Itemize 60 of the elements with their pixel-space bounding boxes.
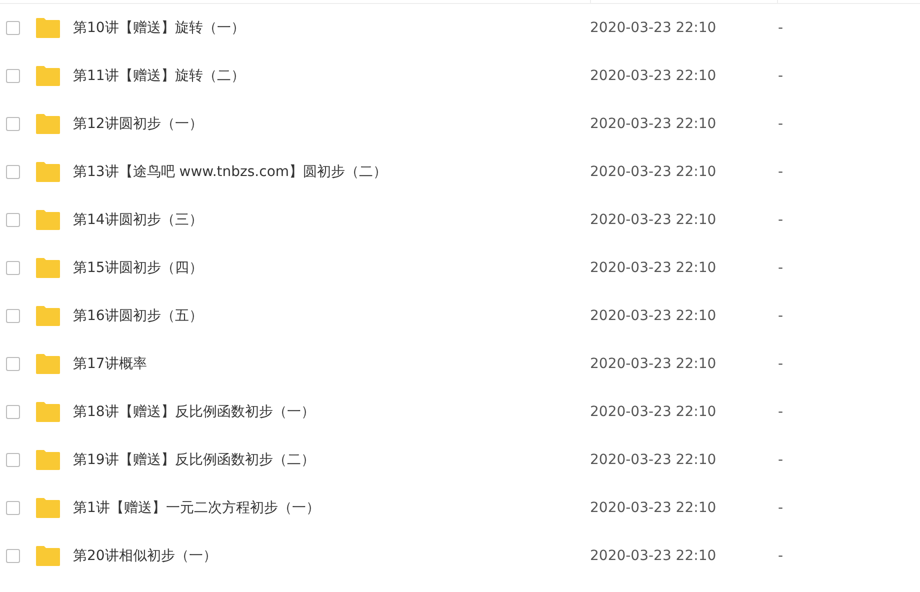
folder-icon — [35, 113, 61, 135]
folder-name[interactable]: 第13讲【途鸟吧 www.tnbzs.com】圆初步（二） — [73, 163, 590, 181]
folder-icon — [35, 449, 61, 471]
folder-name[interactable]: 第18讲【赠送】反比例函数初步（一） — [73, 403, 590, 421]
modified-time: 2020-03-23 22:10 — [590, 68, 718, 84]
checkbox[interactable] — [6, 261, 20, 275]
file-size: - — [778, 164, 784, 180]
modified-time: 2020-03-23 22:10 — [590, 548, 718, 564]
file-size: - — [778, 308, 784, 324]
checkbox[interactable] — [6, 69, 20, 83]
folder-name[interactable]: 第1讲【赠送】一元二次方程初步（一） — [73, 499, 590, 517]
folder-icon — [35, 257, 61, 279]
modified-time: 2020-03-23 22:10 — [590, 116, 718, 132]
checkbox[interactable] — [6, 309, 20, 323]
checkbox[interactable] — [6, 549, 20, 563]
folder-name[interactable]: 第12讲圆初步（一） — [73, 115, 590, 133]
folder-name[interactable]: 第14讲圆初步（三） — [73, 211, 590, 229]
folder-name[interactable]: 第20讲相似初步（一） — [73, 547, 590, 565]
folder-icon — [35, 17, 61, 39]
modified-time: 2020-03-23 22:10 — [590, 452, 718, 468]
file-size: - — [778, 116, 784, 132]
modified-time: 2020-03-23 22:10 — [590, 500, 718, 516]
checkbox[interactable] — [6, 21, 20, 35]
folder-icon — [35, 209, 61, 231]
checkbox[interactable] — [6, 501, 20, 515]
folder-icon — [35, 65, 61, 87]
modified-time: 2020-03-23 22:10 — [590, 404, 718, 420]
modified-time: 2020-03-23 22:10 — [590, 20, 718, 36]
checkbox[interactable] — [6, 165, 20, 179]
modified-time: 2020-03-23 22:10 — [590, 260, 718, 276]
modified-time: 2020-03-23 22:10 — [590, 308, 718, 324]
file-size: - — [778, 356, 784, 372]
checkbox[interactable] — [6, 453, 20, 467]
folder-name[interactable]: 第15讲圆初步（四） — [73, 259, 590, 277]
folder-icon — [35, 497, 61, 519]
folder-name[interactable]: 第17讲概率 — [73, 355, 590, 373]
file-size: - — [778, 260, 784, 276]
folder-icon — [35, 353, 61, 375]
file-size: - — [778, 452, 784, 468]
modified-time: 2020-03-23 22:10 — [590, 212, 718, 228]
modified-time: 2020-03-23 22:10 — [590, 356, 718, 372]
checkbox[interactable] — [6, 357, 20, 371]
folder-name[interactable]: 第11讲【赠送】旋转（二） — [73, 67, 590, 85]
checkbox[interactable] — [6, 117, 20, 131]
file-size: - — [778, 212, 784, 228]
file-size: - — [778, 20, 784, 36]
modified-time: 2020-03-23 22:10 — [590, 164, 718, 180]
file-size: - — [778, 404, 784, 420]
checkbox[interactable] — [6, 213, 20, 227]
file-size: - — [778, 68, 784, 84]
folder-name[interactable]: 第19讲【赠送】反比例函数初步（二） — [73, 451, 590, 469]
folder-name[interactable]: 第16讲圆初步（五） — [73, 307, 590, 325]
folder-icon — [35, 305, 61, 327]
folder-icon — [35, 545, 61, 567]
checkbox[interactable] — [6, 405, 20, 419]
file-size: - — [778, 500, 784, 516]
folder-icon — [35, 161, 61, 183]
folder-name[interactable]: 第10讲【赠送】旋转（一） — [73, 19, 590, 37]
file-size: - — [778, 548, 784, 564]
folder-icon — [35, 401, 61, 423]
